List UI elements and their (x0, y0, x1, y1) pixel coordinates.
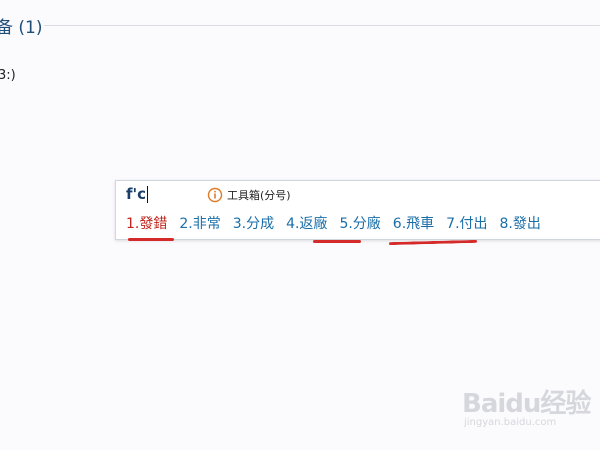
candidate-6[interactable]: 6.飛車 (393, 213, 434, 233)
candidate-5[interactable]: 5.分廠 (339, 213, 380, 233)
candidate-8[interactable]: 8.發出 (500, 213, 541, 233)
candidate-4[interactable]: 4.返廠 (286, 213, 327, 233)
body-text: 3:) (0, 68, 16, 83)
text-caret (147, 186, 148, 203)
toolbox-button[interactable]: 工具箱(分号) (207, 187, 291, 203)
toolbox-icon (207, 187, 223, 203)
watermark-logo: Baidu经验 (462, 389, 591, 419)
annotation-underline-candidates-5-6 (388, 239, 478, 246)
baidu-jingyan-watermark: Baidu经验 jingyan.baidu.com (462, 383, 592, 438)
ime-candidate-window: f'c 工具箱(分号) 1.發錯 2.非常 3.分成 4.返廠 5.分廠 6.飛… (115, 180, 600, 240)
watermark-url: jingyan.baidu.com (464, 417, 557, 428)
annotation-underline-candidate-4 (313, 240, 361, 243)
toolbox-label: 工具箱(分号) (227, 189, 291, 202)
ime-composition-input[interactable]: f'c (126, 185, 146, 203)
annotation-underline-candidate-1 (128, 238, 174, 241)
candidate-3[interactable]: 3.分成 (233, 213, 274, 233)
section-heading: 备 (1) (0, 18, 43, 38)
candidate-7[interactable]: 7.付出 (446, 213, 487, 233)
candidate-1[interactable]: 1.發錯 (126, 213, 167, 233)
page: 备 (1) 3:) f'c 工具箱(分号) 1.發錯 2.非常 3.分成 4.返… (0, 0, 600, 450)
heading-divider (44, 25, 600, 26)
candidate-list: 1.發錯 2.非常 3.分成 4.返廠 5.分廠 6.飛車 7.付出 8.發出 (126, 213, 553, 233)
candidate-2[interactable]: 2.非常 (179, 213, 220, 233)
